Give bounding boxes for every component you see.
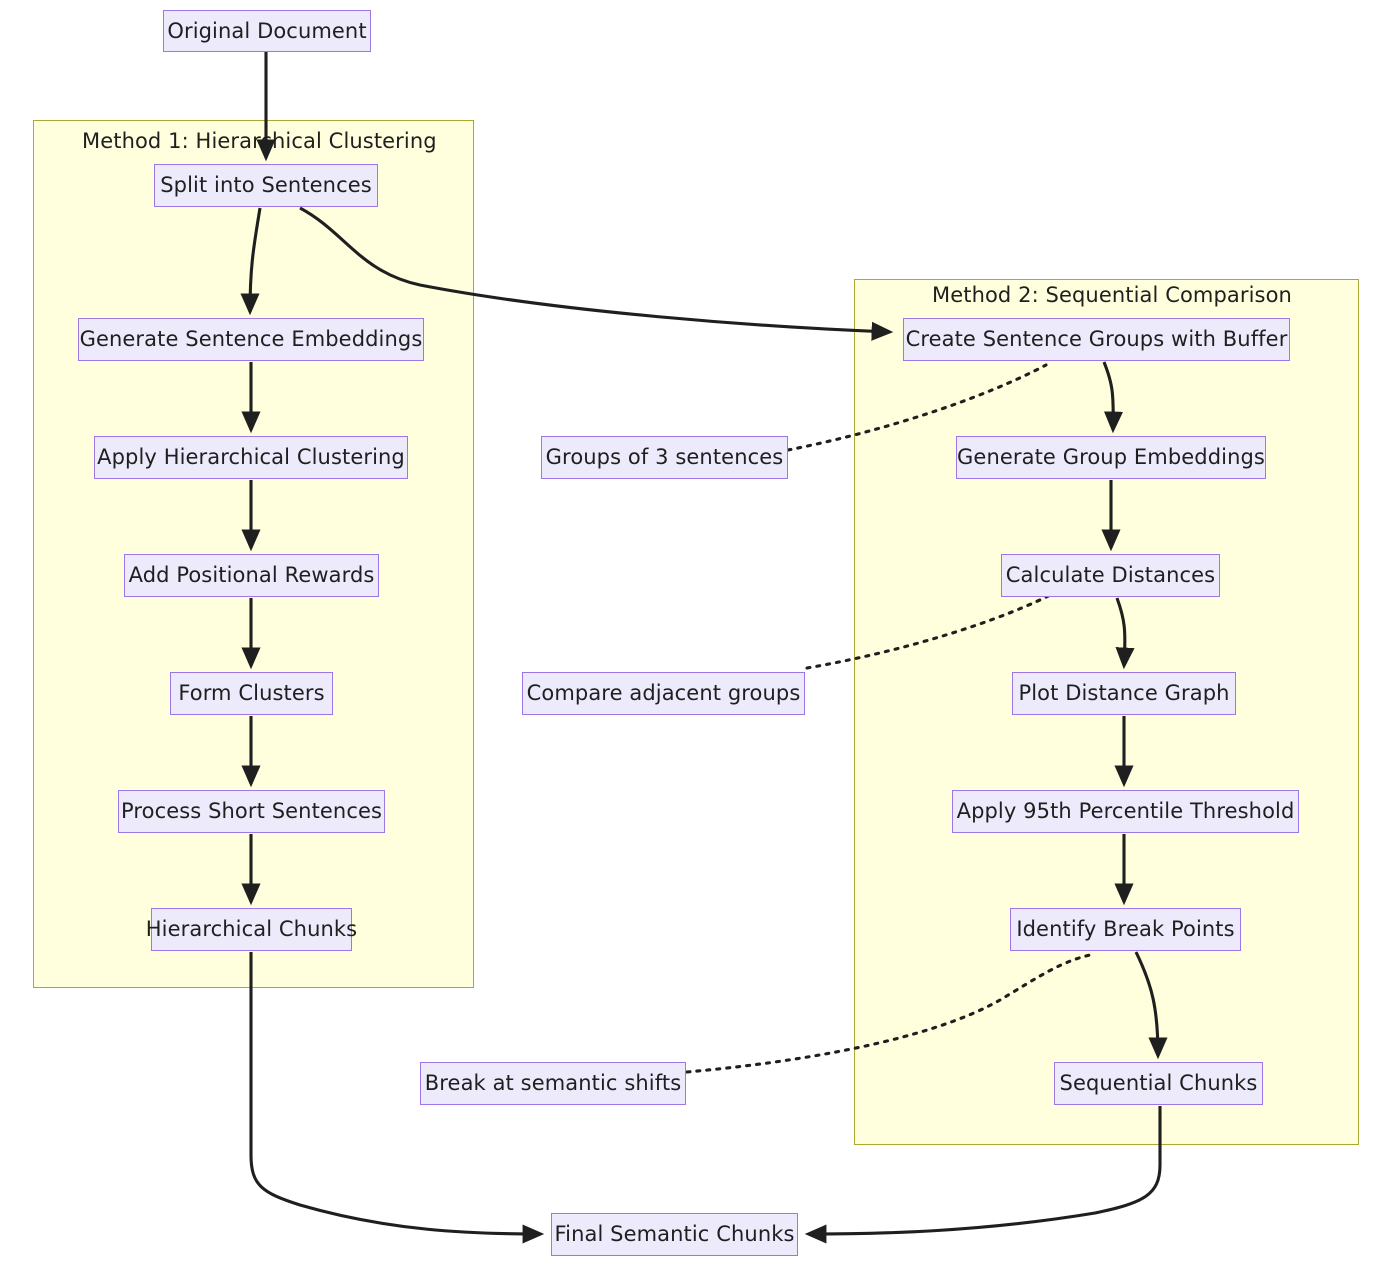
flowchart-canvas: Method 1: Hierarchical Clustering Method…: [0, 0, 1400, 1280]
node-final-semantic-chunks-label: Final Semantic Chunks: [554, 1222, 795, 1246]
node-generate-sentence-embeddings[interactable]: Generate Sentence Embeddings: [78, 318, 424, 361]
node-apply-95th-percentile-threshold-label: Apply 95th Percentile Threshold: [956, 799, 1295, 823]
node-compare-adjacent-groups-label: Compare adjacent groups: [526, 681, 801, 705]
node-plot-distance-graph[interactable]: Plot Distance Graph: [1012, 672, 1236, 715]
node-form-clusters[interactable]: Form Clusters: [170, 672, 333, 715]
node-groups-of-3-sentences-label: Groups of 3 sentences: [545, 445, 784, 469]
node-identify-break-points[interactable]: Identify Break Points: [1010, 908, 1241, 951]
node-create-sentence-groups-with-buffer[interactable]: Create Sentence Groups with Buffer: [903, 318, 1290, 361]
node-generate-group-embeddings-label: Generate Group Embeddings: [957, 445, 1265, 469]
node-sequential-chunks[interactable]: Sequential Chunks: [1054, 1062, 1263, 1105]
node-process-short-sentences-label: Process Short Sentences: [120, 799, 383, 823]
node-original-document[interactable]: Original Document: [163, 10, 371, 52]
node-sequential-chunks-label: Sequential Chunks: [1059, 1071, 1258, 1095]
node-apply-hierarchical-clustering[interactable]: Apply Hierarchical Clustering: [94, 436, 408, 479]
node-break-at-semantic-shifts[interactable]: Break at semantic shifts: [420, 1062, 686, 1105]
node-process-short-sentences[interactable]: Process Short Sentences: [118, 790, 385, 833]
node-calculate-distances-label: Calculate Distances: [1005, 563, 1216, 587]
node-split-into-sentences[interactable]: Split into Sentences: [154, 164, 378, 207]
node-final-semantic-chunks[interactable]: Final Semantic Chunks: [551, 1213, 798, 1256]
node-original-document-label: Original Document: [167, 18, 367, 43]
node-apply-95th-percentile-threshold[interactable]: Apply 95th Percentile Threshold: [952, 790, 1299, 833]
cluster-method-2-label: Method 2: Sequential Comparison: [932, 283, 1292, 307]
node-groups-of-3-sentences[interactable]: Groups of 3 sentences: [541, 436, 788, 479]
node-identify-break-points-label: Identify Break Points: [1016, 917, 1235, 941]
node-generate-sentence-embeddings-label: Generate Sentence Embeddings: [79, 327, 423, 351]
node-add-positional-rewards[interactable]: Add Positional Rewards: [124, 554, 379, 597]
node-break-at-semantic-shifts-label: Break at semantic shifts: [424, 1071, 682, 1095]
node-compare-adjacent-groups[interactable]: Compare adjacent groups: [522, 672, 805, 715]
node-create-sentence-groups-with-buffer-label: Create Sentence Groups with Buffer: [905, 327, 1288, 351]
node-apply-hierarchical-clustering-label: Apply Hierarchical Clustering: [97, 445, 405, 469]
node-generate-group-embeddings[interactable]: Generate Group Embeddings: [956, 436, 1266, 479]
node-add-positional-rewards-label: Add Positional Rewards: [128, 563, 375, 587]
node-split-into-sentences-label: Split into Sentences: [160, 173, 372, 197]
node-form-clusters-label: Form Clusters: [178, 681, 325, 705]
cluster-method-1-label: Method 1: Hierarchical Clustering: [82, 129, 437, 153]
node-hierarchical-chunks-label: Hierarchical Chunks: [145, 917, 358, 941]
node-hierarchical-chunks[interactable]: Hierarchical Chunks: [146, 908, 357, 951]
node-calculate-distances[interactable]: Calculate Distances: [1001, 554, 1220, 597]
node-plot-distance-graph-label: Plot Distance Graph: [1018, 681, 1230, 705]
